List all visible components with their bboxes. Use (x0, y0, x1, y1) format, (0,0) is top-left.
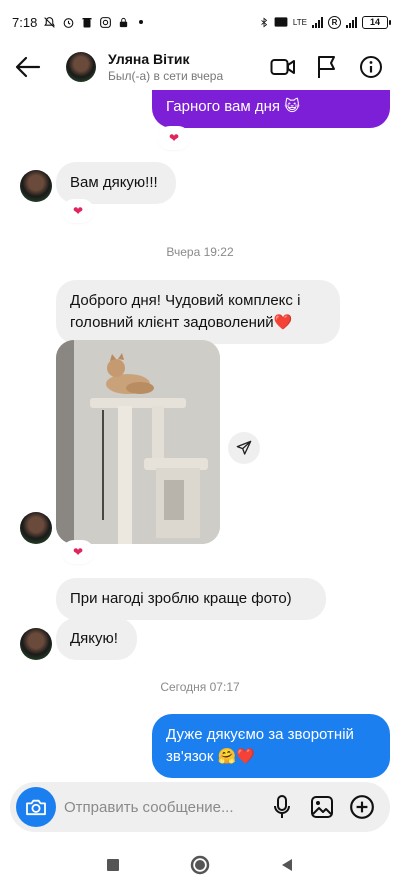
square-icon (107, 858, 120, 871)
status-bar: 7:18 LTE R 14 (0, 0, 400, 44)
signal-2-icon (346, 16, 357, 28)
chat-header: Уляна Вітик Был(-а) в сети вчера (0, 44, 400, 90)
incoming-message[interactable]: Доброго дня! Чудовий комплекс і головний… (56, 280, 340, 344)
info-icon (360, 56, 382, 78)
plus-circle-icon (350, 795, 374, 819)
message-composer (10, 782, 390, 832)
sender-avatar[interactable] (20, 170, 52, 202)
gallery-button[interactable] (308, 793, 336, 821)
volte-icon (274, 17, 288, 27)
back-nav-button[interactable] (272, 850, 302, 880)
contact-name: Уляна Вітик (108, 51, 190, 67)
camera-button[interactable] (16, 787, 56, 827)
status-bar-left: 7:18 (12, 14, 144, 30)
notifications-off-icon (44, 16, 56, 28)
incoming-message[interactable]: При нагоді зроблю краще фото) (56, 578, 326, 620)
heart-reaction[interactable]: ❤ (64, 542, 92, 562)
header-actions (268, 52, 400, 82)
message-text: Дякую! (70, 630, 118, 647)
message-text: Дуже дякуємо за зворотній зв'язок 🤗❤️ (166, 726, 354, 765)
home-button[interactable] (185, 850, 215, 880)
contact-avatar[interactable] (66, 52, 96, 82)
message-text: Вам дякую!!! (70, 174, 158, 191)
composer-actions (268, 793, 390, 821)
signal-icon (312, 16, 323, 28)
heart-icon: ❤ (168, 131, 180, 145)
message-text: Доброго дня! Чудовий комплекс і головний… (70, 292, 301, 331)
send-arrow-icon (236, 440, 252, 455)
message-text: При нагоді зроблю краще фото) (70, 590, 292, 607)
roaming-icon: R (328, 15, 341, 29)
more-notifications-dot-icon (139, 20, 144, 24)
heart-reaction[interactable]: ❤ (64, 201, 92, 221)
bluetooth-icon (261, 16, 268, 28)
battery-icon: 14 (362, 15, 391, 29)
status-time: 7:18 (12, 14, 38, 30)
arrow-left-icon (15, 56, 41, 78)
incoming-message[interactable]: Дякую! (56, 618, 137, 660)
report-button[interactable] (312, 52, 342, 82)
network-type: LTE (292, 17, 307, 27)
message-text: Гарного вам дня 😺 (166, 98, 300, 115)
voice-message-button[interactable] (268, 793, 296, 821)
contact-info[interactable]: Уляна Вітик Был(-а) в сети вчера (108, 51, 223, 83)
heart-icon: ❤ (72, 204, 84, 218)
message-input[interactable] (64, 798, 264, 816)
sender-avatar[interactable] (20, 512, 52, 544)
info-button[interactable] (356, 52, 386, 82)
cat-tree-photo (56, 340, 220, 544)
camera-icon (26, 799, 46, 816)
share-photo-button[interactable] (228, 432, 260, 464)
trash-icon (82, 17, 92, 27)
timestamp: Вчера 19:22 (166, 245, 234, 259)
video-camera-icon (270, 59, 295, 75)
outgoing-message[interactable]: Гарного вам дня 😺 (152, 90, 390, 128)
flag-icon (318, 56, 335, 78)
heart-reaction[interactable]: ❤ (160, 128, 188, 148)
recents-button[interactable] (98, 850, 128, 880)
message-thread[interactable]: Гарного вам дня 😺 ❤ Вам дякую!!! ❤ Вчера… (0, 90, 400, 780)
heart-icon: ❤ (72, 545, 84, 559)
video-call-button[interactable] (268, 52, 298, 82)
outgoing-message[interactable]: Дуже дякуємо за зворотній зв'язок 🤗❤️ (152, 714, 390, 778)
status-bar-right: LTE R 14 (259, 15, 391, 29)
instagram-icon (100, 16, 112, 28)
sender-avatar[interactable] (20, 628, 52, 660)
lock-icon (120, 17, 128, 27)
back-button[interactable] (0, 44, 56, 90)
triangle-back-icon (281, 858, 292, 871)
microphone-icon (274, 795, 290, 818)
alarm-icon (63, 17, 74, 28)
system-nav-bar (0, 840, 400, 889)
incoming-message[interactable]: Вам дякую!!! (56, 162, 176, 204)
image-icon (311, 796, 333, 818)
more-options-button[interactable] (348, 793, 376, 821)
circle-icon (190, 855, 210, 874)
photo-message[interactable] (56, 340, 220, 544)
timestamp: Сегодня 07:17 (160, 680, 240, 694)
contact-status: Был(-а) в сети вчера (108, 69, 224, 83)
